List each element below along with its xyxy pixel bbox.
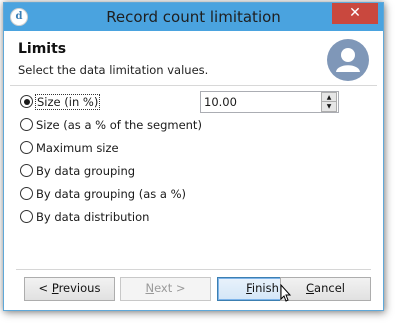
size-percent-value[interactable]: 10.00 (204, 92, 237, 112)
option-size-percent[interactable]: Size (in %) (20, 93, 101, 111)
page-title: Limits (18, 41, 67, 57)
radio-button[interactable] (20, 141, 33, 154)
radio-button[interactable] (20, 118, 33, 131)
previous-button[interactable]: < Previous (24, 277, 115, 301)
options-panel: Size (in %) Size (as a % of the segment)… (10, 85, 377, 267)
option-data-grouping-percent[interactable]: By data grouping (as a %) (20, 185, 186, 203)
radio-button[interactable] (20, 164, 33, 177)
radio-button[interactable] (20, 187, 33, 200)
radio-button-checked[interactable] (20, 95, 33, 108)
option-size-segment-percent[interactable]: Size (as a % of the segment) (20, 116, 202, 134)
page-header: Limits Select the data limitation values… (10, 37, 377, 86)
window-title: Record count limitation (106, 8, 281, 26)
option-data-grouping[interactable]: By data grouping (20, 162, 135, 180)
option-label: By data grouping (36, 164, 136, 178)
option-maximum-size[interactable]: Maximum size (20, 139, 119, 157)
option-label: Size (in %) (34, 94, 101, 110)
option-label: By data grouping (as a %) (36, 187, 187, 201)
cancel-button[interactable]: Cancel (280, 277, 371, 301)
user-avatar-icon (327, 39, 369, 81)
option-data-distribution[interactable]: By data distribution (20, 208, 149, 226)
option-label: Maximum size (36, 141, 119, 155)
radio-button[interactable] (20, 210, 33, 223)
mouse-cursor-icon (280, 284, 292, 302)
size-percent-spinbox[interactable]: 10.00 ▲ ▼ (200, 91, 339, 113)
footer-divider (16, 269, 371, 270)
close-button[interactable]: ✕ (332, 3, 378, 24)
dialog-window: d Record count limitation ✕ Limits Selec… (3, 2, 384, 311)
option-label: Size (as a % of the segment) (36, 118, 202, 132)
option-label: By data distribution (36, 210, 150, 224)
spin-down-icon[interactable]: ▼ (321, 101, 337, 112)
page-subtitle: Select the data limitation values. (18, 63, 209, 77)
title-bar[interactable]: d Record count limitation ✕ (4, 3, 383, 31)
next-button[interactable]: Next > (120, 277, 211, 301)
